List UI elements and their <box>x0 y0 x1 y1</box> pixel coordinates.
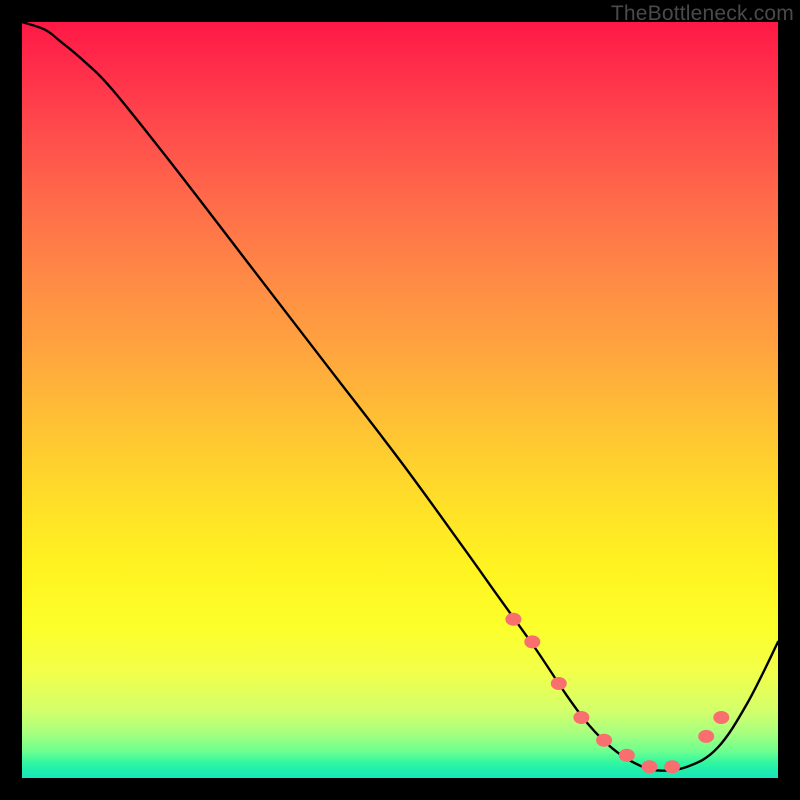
bottleneck-curve <box>22 22 778 771</box>
valley-dot <box>665 761 680 773</box>
plot-area <box>22 22 778 778</box>
valley-dot <box>619 749 634 761</box>
valley-dot <box>714 712 729 724</box>
valley-dot <box>642 761 657 773</box>
valley-dot <box>597 734 612 746</box>
valley-dot <box>506 613 521 625</box>
curve-layer <box>22 22 778 778</box>
watermark-label: TheBottleneck.com <box>611 2 794 26</box>
valley-dot <box>525 636 540 648</box>
valley-dot <box>551 678 566 690</box>
valley-dot <box>574 712 589 724</box>
valley-dot <box>699 730 714 742</box>
chart-frame: TheBottleneck.com <box>0 0 800 800</box>
valley-dots-group <box>506 613 729 773</box>
